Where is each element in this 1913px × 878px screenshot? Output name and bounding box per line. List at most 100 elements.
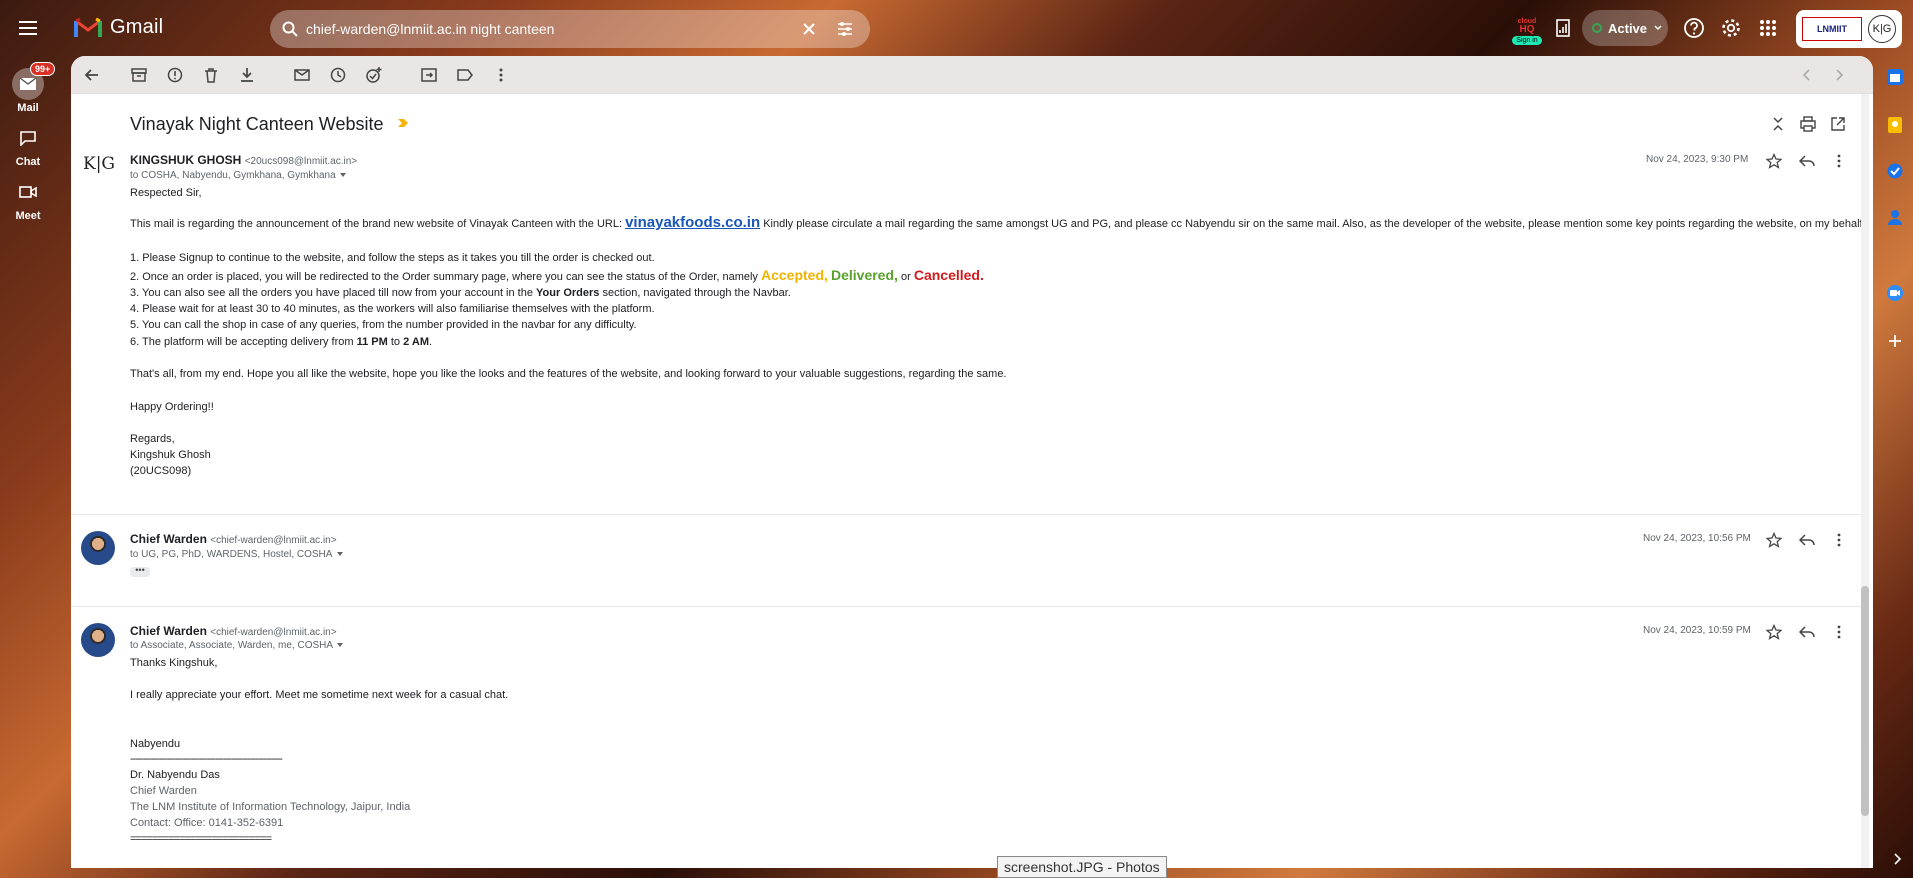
calendar-icon[interactable] — [1886, 68, 1906, 88]
sender-email: <chief-warden@lnmiit.ac.in> — [210, 535, 337, 546]
reply-icon[interactable] — [1799, 532, 1815, 548]
top-bar: Gmail chief-warden@lnmiit.ac.in night ca… — [0, 0, 1913, 56]
details-caret-icon[interactable] — [338, 170, 348, 180]
account-switcher[interactable]: LNMIIT K|G — [1796, 10, 1902, 48]
sender-avatar-photo — [81, 623, 115, 657]
move-to-icon[interactable] — [420, 66, 438, 84]
sender-line[interactable]: KINGSHUK GHOSH <20ucs098@lnmiit.ac.in> — [130, 153, 357, 167]
thread-subject: Vinayak Night Canteen Website — [130, 114, 384, 134]
point-5: 5. You can call the shop in case of any … — [130, 319, 637, 331]
snooze-clock-icon[interactable] — [329, 66, 347, 84]
status-delivered: Delivered, — [830, 267, 898, 283]
rail-meet[interactable]: Meet — [0, 176, 56, 222]
message-date: Nov 24, 2023, 10:56 PM — [1643, 533, 1751, 544]
download-icon[interactable] — [238, 66, 256, 84]
label-icon[interactable] — [456, 66, 474, 84]
signature-name: Kingshuk Ghosh — [130, 449, 211, 461]
sender-avatar-photo — [81, 531, 115, 565]
reply-icon[interactable] — [1799, 153, 1815, 169]
star-icon[interactable] — [1766, 624, 1782, 640]
point-3-bold: Your Orders — [536, 287, 600, 299]
more-options-icon[interactable] — [1831, 624, 1847, 640]
gmail-logo[interactable]: Gmail — [74, 16, 163, 39]
account-avatar[interactable]: K|G — [1868, 15, 1896, 43]
details-caret-icon[interactable] — [335, 640, 345, 650]
reply-line-1: Thanks Kingshuk, — [130, 657, 218, 669]
video-camera-icon — [19, 186, 37, 198]
contacts-icon[interactable] — [1886, 208, 1906, 228]
taskbar-tooltip: screenshot.JPG - Photos — [997, 856, 1167, 878]
search-options-icon[interactable] — [836, 20, 854, 38]
point-6-start: 11 PM — [356, 336, 388, 348]
search-bar[interactable]: chief-warden@lnmiit.ac.in night canteen — [270, 10, 870, 48]
expand-side-panel-icon[interactable] — [1890, 852, 1904, 866]
signature-dash-rule: ----------------------------------------… — [130, 753, 283, 765]
point-3: 3. You can also see all the orders you h… — [130, 287, 791, 299]
signature-equals-rule: ========================== — [130, 833, 272, 845]
details-caret-icon[interactable] — [335, 549, 345, 559]
older-chevron-right-icon[interactable] — [1831, 67, 1847, 83]
sender-line[interactable]: Chief Warden <chief-warden@lnmiit.ac.in> — [130, 624, 337, 638]
intro-after: Kindly please circulate a mail regarding… — [760, 218, 1866, 230]
add-addon-icon[interactable] — [1886, 332, 1906, 352]
recipients: to Associate, Associate, Warden, me, COS… — [130, 640, 333, 651]
delete-trash-icon[interactable] — [202, 66, 220, 84]
apps-grid-icon[interactable] — [1757, 17, 1779, 39]
recipients-line[interactable]: to COSHA, Nabyendu, Gymkhana, Gymkhana — [130, 170, 348, 181]
importance-marker-icon[interactable] — [397, 117, 409, 129]
point-2: 2. Once an order is placed, you will be … — [130, 267, 984, 283]
search-icon[interactable] — [282, 21, 298, 37]
tasks-icon[interactable] — [1886, 162, 1906, 182]
message-divider — [71, 514, 1861, 515]
help-icon[interactable] — [1683, 17, 1705, 39]
star-icon[interactable] — [1766, 153, 1782, 169]
report-icon[interactable] — [1554, 18, 1576, 40]
unread-badge: 99+ — [30, 62, 56, 76]
status-cancelled: Cancelled. — [913, 267, 984, 283]
newer-chevron-left-icon[interactable] — [1799, 67, 1815, 83]
status-active-button[interactable]: Active — [1582, 10, 1668, 46]
app-name: Gmail — [110, 16, 164, 38]
keep-icon[interactable] — [1886, 116, 1906, 136]
star-icon[interactable] — [1766, 532, 1782, 548]
open-new-window-icon[interactable] — [1830, 116, 1846, 132]
signature-title: Chief Warden — [130, 785, 197, 797]
report-spam-icon[interactable] — [166, 66, 184, 84]
sender-name: Chief Warden — [130, 532, 207, 546]
cloudhq-addon-icon[interactable]: cloud HQ Sign in — [1512, 18, 1542, 48]
recipients-line[interactable]: to UG, PG, PhD, WARDENS, Hostel, COSHA — [130, 549, 345, 560]
website-link[interactable]: vinayakfoods.co.in — [625, 214, 760, 231]
sender-line[interactable]: Chief Warden <chief-warden@lnmiit.ac.in> — [130, 532, 337, 546]
print-icon[interactable] — [1800, 116, 1816, 132]
greeting: Respected Sir, — [130, 187, 202, 199]
zoom-icon[interactable] — [1886, 284, 1906, 304]
archive-icon[interactable] — [130, 66, 148, 84]
search-input[interactable]: chief-warden@lnmiit.ac.in night canteen — [306, 21, 554, 37]
recipients: to COSHA, Nabyendu, Gymkhana, Gymkhana — [130, 170, 336, 181]
collapse-all-icon[interactable] — [1770, 116, 1786, 132]
main-menu-icon[interactable] — [16, 16, 40, 40]
rail-meet-label: Meet — [15, 210, 41, 222]
mark-unread-icon[interactable] — [293, 66, 311, 84]
recipients-line[interactable]: to Associate, Associate, Warden, me, COS… — [130, 640, 345, 651]
message-date: Nov 24, 2023, 10:59 PM — [1643, 625, 1751, 636]
more-options-icon[interactable] — [1831, 153, 1847, 169]
point-6-end: 2 AM — [403, 336, 429, 348]
show-trimmed-content-button[interactable]: ••• — [130, 566, 150, 577]
reply-icon[interactable] — [1799, 624, 1815, 640]
add-to-tasks-icon[interactable] — [365, 66, 383, 84]
back-arrow-icon[interactable] — [83, 66, 101, 84]
rail-chat[interactable]: Chat — [0, 122, 56, 168]
point-4: 4. Please wait for at least 30 to 40 min… — [130, 303, 655, 315]
more-vertical-icon[interactable] — [492, 66, 510, 84]
sender-email: <chief-warden@lnmiit.ac.in> — [210, 627, 337, 638]
sender-name: KINGSHUK GHOSH — [130, 153, 242, 167]
rail-mail[interactable]: 99+ Mail — [0, 62, 56, 114]
more-options-icon[interactable] — [1831, 532, 1847, 548]
point-2-or: or — [897, 271, 914, 283]
scrollbar-thumb[interactable] — [1861, 586, 1869, 816]
settings-gear-icon[interactable] — [1720, 17, 1742, 39]
message-date: Nov 24, 2023, 9:30 PM — [1646, 154, 1749, 165]
clear-search-icon[interactable] — [800, 20, 818, 38]
chat-icon — [20, 131, 36, 146]
